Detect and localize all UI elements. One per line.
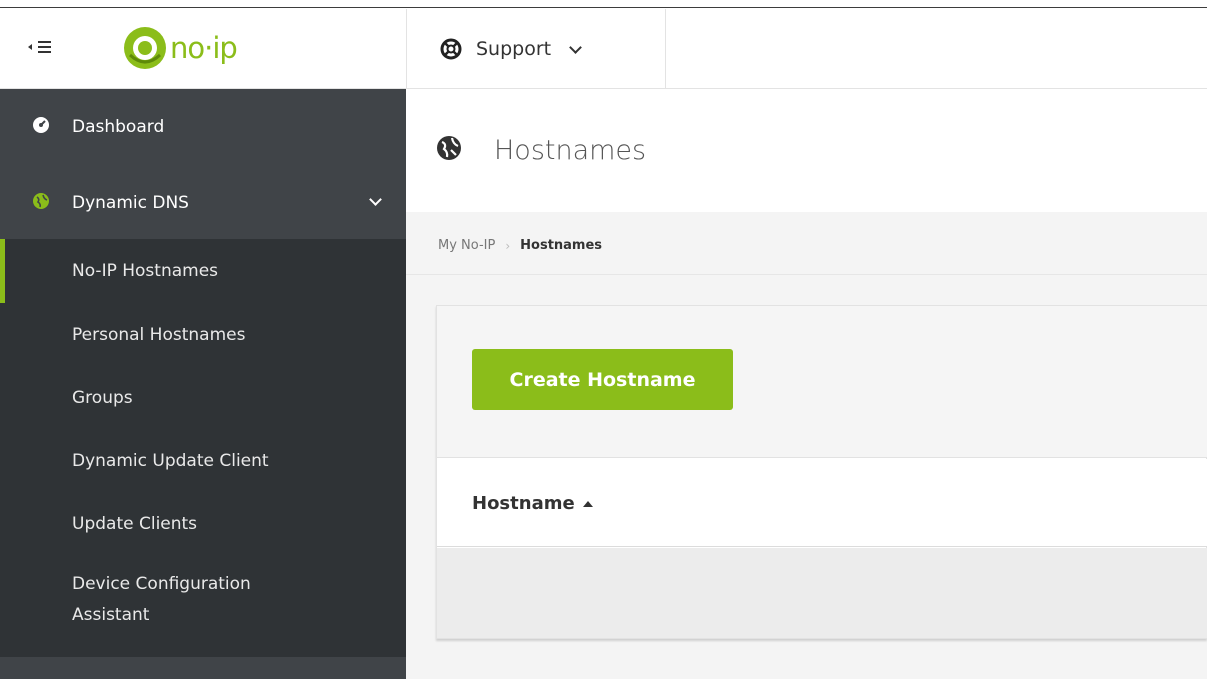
support-menu[interactable]: Support bbox=[406, 9, 666, 89]
panel-toolbar: Create Hostname bbox=[437, 306, 1207, 458]
chevron-down-icon bbox=[569, 40, 582, 54]
sidebar-item-label: Dashboard bbox=[72, 117, 165, 137]
logo-text: no·ip bbox=[170, 31, 238, 65]
sidebar-item-dynamic-dns[interactable]: Dynamic DNS bbox=[0, 173, 406, 233]
dynamic-dns-submenu: No-IP Hostnames Personal Hostnames Group… bbox=[0, 239, 406, 657]
sidebar-item-label: Dynamic Update Client bbox=[72, 451, 269, 471]
window-top-edge bbox=[0, 0, 1207, 8]
sidebar-item-label: Dynamic DNS bbox=[72, 193, 189, 213]
sidebar-item-dashboard[interactable]: Dashboard bbox=[0, 97, 406, 157]
globe-icon bbox=[436, 135, 462, 165]
hostnames-panel: Create Hostname Hostname bbox=[436, 305, 1207, 639]
lifebuoy-icon bbox=[440, 38, 462, 60]
sidebar-item-groups[interactable]: Groups bbox=[0, 367, 406, 430]
column-header-hostname[interactable]: Hostname bbox=[472, 493, 593, 514]
sidebar-item-label: No-IP Hostnames bbox=[72, 261, 219, 281]
support-label: Support bbox=[476, 38, 552, 60]
sidebar-item-label: Personal Hostnames bbox=[72, 325, 246, 345]
dashboard-icon bbox=[32, 116, 50, 139]
breadcrumb-current: Hostnames bbox=[520, 238, 603, 253]
chevron-down-icon bbox=[369, 193, 382, 206]
table-header: Hostname bbox=[437, 459, 1207, 547]
breadcrumb-link-my-noip[interactable]: My No-IP bbox=[438, 238, 495, 253]
noip-logo-mark-icon bbox=[124, 27, 166, 69]
sidebar-item-personal-hostnames[interactable]: Personal Hostnames bbox=[0, 303, 406, 367]
globe-icon bbox=[32, 192, 50, 215]
sidebar-toggle-button[interactable] bbox=[28, 35, 72, 59]
breadcrumb-separator-icon: › bbox=[505, 238, 511, 253]
sidebar-item-update-clients[interactable]: Update Clients bbox=[0, 493, 406, 556]
sidebar-item-label: Device Configuration Assistant bbox=[72, 574, 251, 625]
breadcrumb: My No-IP › Hostnames bbox=[438, 238, 602, 253]
collapse-arrow-icon bbox=[28, 44, 32, 50]
column-header-label: Hostname bbox=[472, 493, 575, 514]
page-title: Hostnames bbox=[494, 135, 647, 166]
main-content: Hostnames My No-IP › Hostnames Create Ho… bbox=[406, 89, 1207, 679]
page-header: Hostnames bbox=[406, 89, 1207, 212]
sort-ascending-icon bbox=[582, 500, 593, 507]
sidebar-item-label: Groups bbox=[72, 388, 133, 408]
sidebar-item-label: Update Clients bbox=[72, 514, 198, 534]
sidebar-item-dynamic-update-client[interactable]: Dynamic Update Client bbox=[0, 430, 406, 493]
create-hostname-button[interactable]: Create Hostname bbox=[472, 349, 733, 410]
noip-logo[interactable]: no·ip bbox=[122, 23, 238, 73]
table-row bbox=[437, 548, 1207, 638]
hamburger-icon bbox=[38, 41, 51, 53]
sidebar-item-noip-hostnames[interactable]: No-IP Hostnames bbox=[0, 239, 406, 303]
breadcrumb-divider bbox=[406, 274, 1207, 275]
top-bar: no·ip Support bbox=[0, 9, 1207, 89]
sidebar-item-device-configuration-assistant[interactable]: Device Configuration Assistant bbox=[0, 569, 300, 631]
sidebar: Dashboard Dynamic DNS No-IP Hostnames Pe… bbox=[0, 89, 406, 679]
